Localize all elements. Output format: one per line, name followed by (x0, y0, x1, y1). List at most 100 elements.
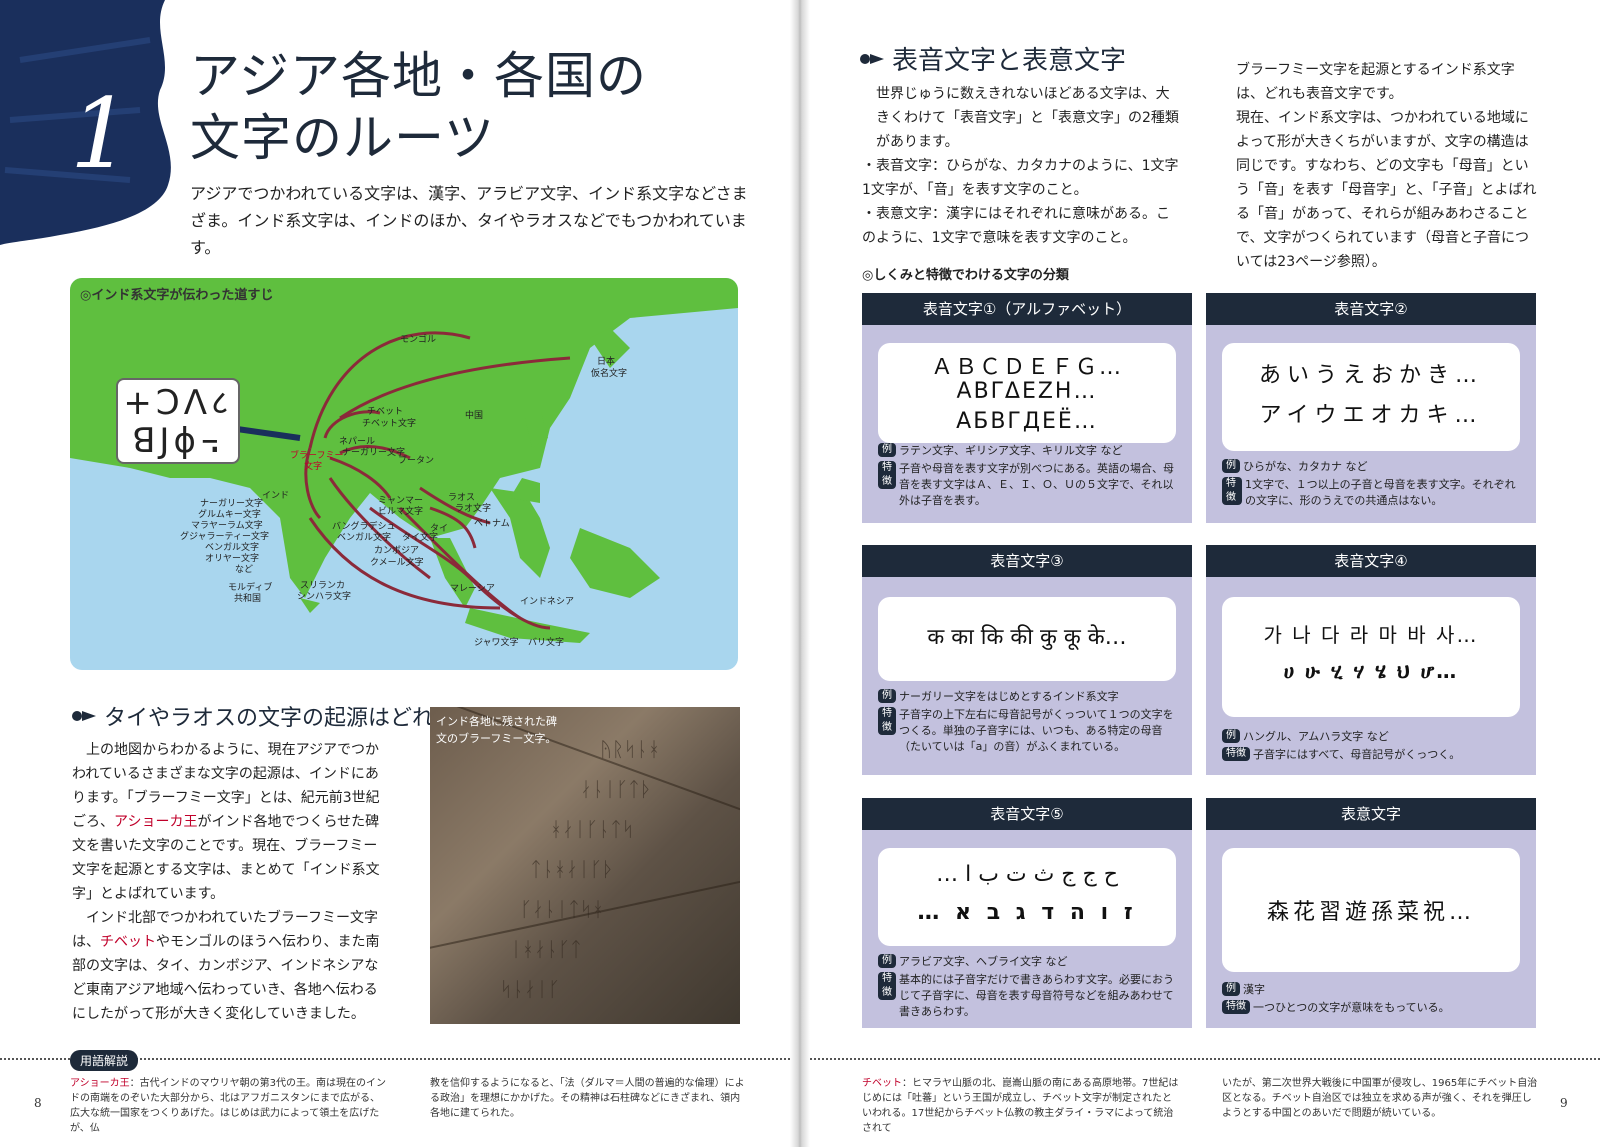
map-caption: ◎インド系文字が伝わった道すじ (80, 288, 274, 303)
map-label-malaysia: マレーシア (450, 584, 495, 594)
glossary-text-tibet-1: ：ヒマラヤ山脈の北、崑崙山脈の南にある高原地帯。7世紀はじめには「吐蕃」という王… (862, 1078, 1179, 1134)
card-sample-line: ＡＢＣＤＥＦＧ… (930, 355, 1123, 380)
card-title: 表音文字①（アルファベット） (862, 293, 1192, 325)
card-feature: 子音字の上下左右に母音記号がくっついて１つの文字をつくる。単独の子音字には、いつ… (899, 708, 1174, 753)
example-tag: 例 (878, 443, 896, 457)
glossary-tag: 用語解説 (70, 1050, 139, 1071)
right-column-2: ブラーフミー文字を起源とするインド系文字は、どれも表音文字です。 現在、インド系… (1222, 58, 1540, 274)
card-notes: 例漢字 特徴 一つひとつの文字が意味をもっている。 (1222, 982, 1526, 1018)
card-title: 表意文字 (1206, 798, 1536, 830)
chapter-number: 1 (70, 78, 132, 190)
brahmi-sample-line-1: +ϽΛ८ (123, 383, 233, 423)
card-feature: 子音や母音を表す文字が別べつにある。英語の場合、母音を表す文字はＡ、Ｅ、Ｉ、Ｏ、… (899, 462, 1174, 507)
photo-caption: インド各地に残された碑 文のブラーフミー文字。 (436, 713, 557, 747)
card-sample-box: 가 나 다 라 마 바 사… ሀ ሁ ሂ ሃ ሄ ህ ሆ… (1222, 597, 1520, 717)
card-title: 表音文字⑤ (862, 798, 1192, 830)
example-tag: 例 (1222, 982, 1240, 996)
card-notes: 例ハングル、アムハラ文字 など 特徴 子音字にはすべて、母音記号がくっつく。 (1222, 729, 1526, 765)
page-number-left: 8 (34, 1096, 42, 1110)
bullet-arrow-icon (860, 52, 886, 66)
feature-tag: 特徴 (878, 461, 896, 489)
card-example: ひらがな、カタカナ など (1243, 460, 1368, 473)
body-highlight-ashoka: アショーカ王 (114, 814, 198, 830)
card-sample-line: ሀ ሁ ሂ ሃ ሄ ህ ሆ… (1283, 659, 1459, 683)
right-heading-text: 表音文字と表意文字 (892, 46, 1127, 76)
map-label-japan-script: 仮名文字 (591, 369, 628, 379)
map-label-burmese: ビルマ文字 (378, 507, 424, 517)
body-paragraph-1: 上の地図からわかるように、現在アジアでつかわれているさまざまな文字の起源は、イン… (72, 738, 390, 906)
card-notes: 例ナーガリー文字をはじめとするインド系文字 特徴 子音字の上下左右に母音記号がくっ… (878, 689, 1182, 757)
card-sample-line: क का कि की कु कू के… (927, 625, 1127, 650)
map-label-bengali-2: ベンガル文字 (337, 533, 392, 543)
glossary-entry-tibet-cont: いたが、第二次世界大戦後に中国軍が侵攻し、1965年にチベット自治区となる。チベ… (1222, 1078, 1538, 1119)
feature-tag: 特徴 (1222, 1000, 1250, 1014)
feature-tag: 特徴 (1222, 747, 1250, 761)
glossary-term-tibet: チベット (862, 1078, 902, 1089)
card-phonetic-5: 表音文字⑤ … ح ج ج ث ت ب ا … ז ו ה ד ג ב א 例ア… (862, 798, 1192, 1028)
map-label-indonesia: インドネシア (520, 597, 575, 607)
right-col2-para-2: 現在、インド系文字は、つかわれている地域によって形が大きくちがいますが、文字の構… (1236, 110, 1537, 270)
card-sample-line: … ז ו ה ד ג ב א (917, 900, 1137, 925)
card-notes: 例ラテン文字、ギリシア文字、キリル文字 など 特徴 子音や母音を表す文字が別べつに… (878, 443, 1182, 511)
example-tag: 例 (878, 689, 896, 703)
card-phonetic-2: 表音文字② あいうえおかき… アイウエオカキ… 例ひらがな、カタカナ など 特徴… (1206, 293, 1536, 523)
card-sample-line: АБВГДЕЁ… (956, 409, 1098, 434)
map-label-bhutan: ブータン (398, 456, 435, 466)
right-heading: 表音文字と表意文字 (860, 40, 1126, 77)
card-title: 表音文字④ (1206, 545, 1536, 577)
card-title: 表音文字② (1206, 293, 1536, 325)
map-label-bali: バリ文字 (528, 638, 565, 648)
feature-tag: 特徴 (1222, 477, 1243, 505)
card-notes: 例ひらがな、カタカナ など 特徴 1文字で、１つ以上の子音と母音を表す文字。それぞ… (1222, 459, 1526, 511)
card-feature: 一つひとつの文字が意味をもっている。 (1253, 1001, 1450, 1014)
card-feature: 基本的には子音字だけで書きあらわす文字。必要におうじて子音字に、母音を表す母音符… (899, 973, 1174, 1018)
body-paragraph-2: インド北部でつかわれていたブラーフミー文字は、チベットやモンゴルのほうへ伝わり、… (72, 906, 390, 1026)
card-phonetic-1: 表音文字①（アルファベット） ＡＢＣＤＥＦＧ… ΑΒΓΔΕΖΗ… АБВГДЕЁ… (862, 293, 1192, 523)
map-label-khmer: クメール文字 (370, 558, 424, 568)
example-tag: 例 (1222, 729, 1240, 743)
title-line-2: 文字のルーツ (190, 109, 495, 167)
map-label-china: 中国 (465, 411, 484, 421)
right-col2-para-1: ブラーフミー文字を起源とするインド系文字は、どれも表音文字です。 (1236, 62, 1515, 102)
map-label-india: インド (262, 491, 290, 501)
map-label-lao-script: ラオ文字 (455, 504, 492, 514)
right-col1-bullet-1: ・表音文字：ひらがな、カタカナのように、1文字1文字が、「音」を表す文字のこと。 (862, 158, 1179, 198)
page-number-right: 9 (1560, 1096, 1568, 1110)
card-sample-box: あいうえおかき… アイウエオカキ… (1222, 343, 1520, 451)
map-label-java: ジャワ文字 (474, 638, 519, 648)
card-notes: 例アラビア文字、ヘブライ文字 など 特徴 基本的には子音字だけで書きあらわす文字。… (878, 954, 1182, 1022)
left-page: 1 アジア各地・各国の 文字のルーツ アジアでつかわれている文字は、漢字、アラビ… (0, 0, 796, 1147)
right-column-1: 世界じゅうに数えきれないほどある文字は、大きくわけて「表音文字」と「表意文字」の… (862, 82, 1180, 250)
card-title: 表音文字③ (862, 545, 1192, 577)
bullet-arrow-icon (72, 709, 98, 723)
card-sample-line: あいうえおかき… (1258, 363, 1483, 388)
map-label-etc: など (235, 565, 254, 575)
stone-inscription-photo: ᚤᚱᛋᚿᚼ ᛅᚿᛁᚴᛏᚦ ᚼᛅᛁᚴᚿᛏᛋ ᛏᚿᚼᛅᛁᚴᚦ ᚴᛅᚿᛁᛏᛋᚼ ᛁᚼᛅ… (430, 707, 740, 1024)
card-sample-line: アイウエオカキ… (1259, 403, 1483, 428)
card-sample-box: 森花習遊孫菜祝… (1222, 848, 1520, 972)
card-phonetic-4: 表音文字④ 가 나 다 라 마 바 사… ሀ ሁ ሂ ሃ ሄ ህ ሆ… 例ハング… (1206, 545, 1536, 775)
brahmi-sample-line-2: ꓭJϕ꓾ (132, 421, 224, 461)
card-sample-line: … ح ج ج ث ت ب ا (936, 862, 1118, 887)
right-col1-para: 世界じゅうに数えきれないほどある文字は、大きくわけて「表音文字」と「表意文字」の… (876, 86, 1179, 150)
map-label-brahmi-2: 文字 (304, 462, 323, 472)
title-line-1: アジア各地・各国の (190, 47, 647, 105)
card-example: アラビア文字、ヘブライ文字 など (899, 955, 1068, 968)
card-sample-line: ΑΒΓΔΕΖΗ… (956, 379, 1098, 404)
map-label-sinhala: シンハラ文字 (297, 592, 352, 602)
route-map: ◎インド系文字が伝わった道すじ +ϽΛ८ ꓭJϕ꓾ モンゴル 日本 仮名文字 チ… (70, 278, 738, 670)
map-label-vietnam: ベトナム (474, 519, 510, 529)
map-label-mongol: モンゴル (400, 335, 437, 345)
card-sample-box: … ح ج ج ث ت ب ا … ז ו ה ד ג ב א (878, 848, 1176, 946)
card-sample-line: 가 나 다 라 마 바 사… (1263, 623, 1479, 647)
photo-caption-line-2: 文のブラーフミー文字。 (436, 732, 557, 745)
book-gutter (790, 0, 810, 1147)
lead-text: アジアでつかわれている文字は、漢字、アラビア文字、インド系文字などさまざま。イン… (190, 184, 748, 257)
glossary-entry-tibet: チベット：ヒマラヤ山脈の北、崑崙山脈の南にある高原地帯。7世紀はじめには「吐蕃」… (862, 1076, 1180, 1136)
example-tag: 例 (878, 954, 896, 968)
card-sample-box: ＡＢＣＤＥＦＧ… ΑΒΓΔΕΖΗ… АБВГДЕЁ… (878, 343, 1176, 443)
map-label-tibet-script: チベット文字 (362, 419, 417, 429)
photo-caption-line-1: インド各地に残された碑 (436, 715, 557, 728)
card-example: ハングル、アムハラ文字 など (1243, 730, 1389, 743)
card-sample-box: क का कि की कु कू के… (878, 597, 1176, 681)
